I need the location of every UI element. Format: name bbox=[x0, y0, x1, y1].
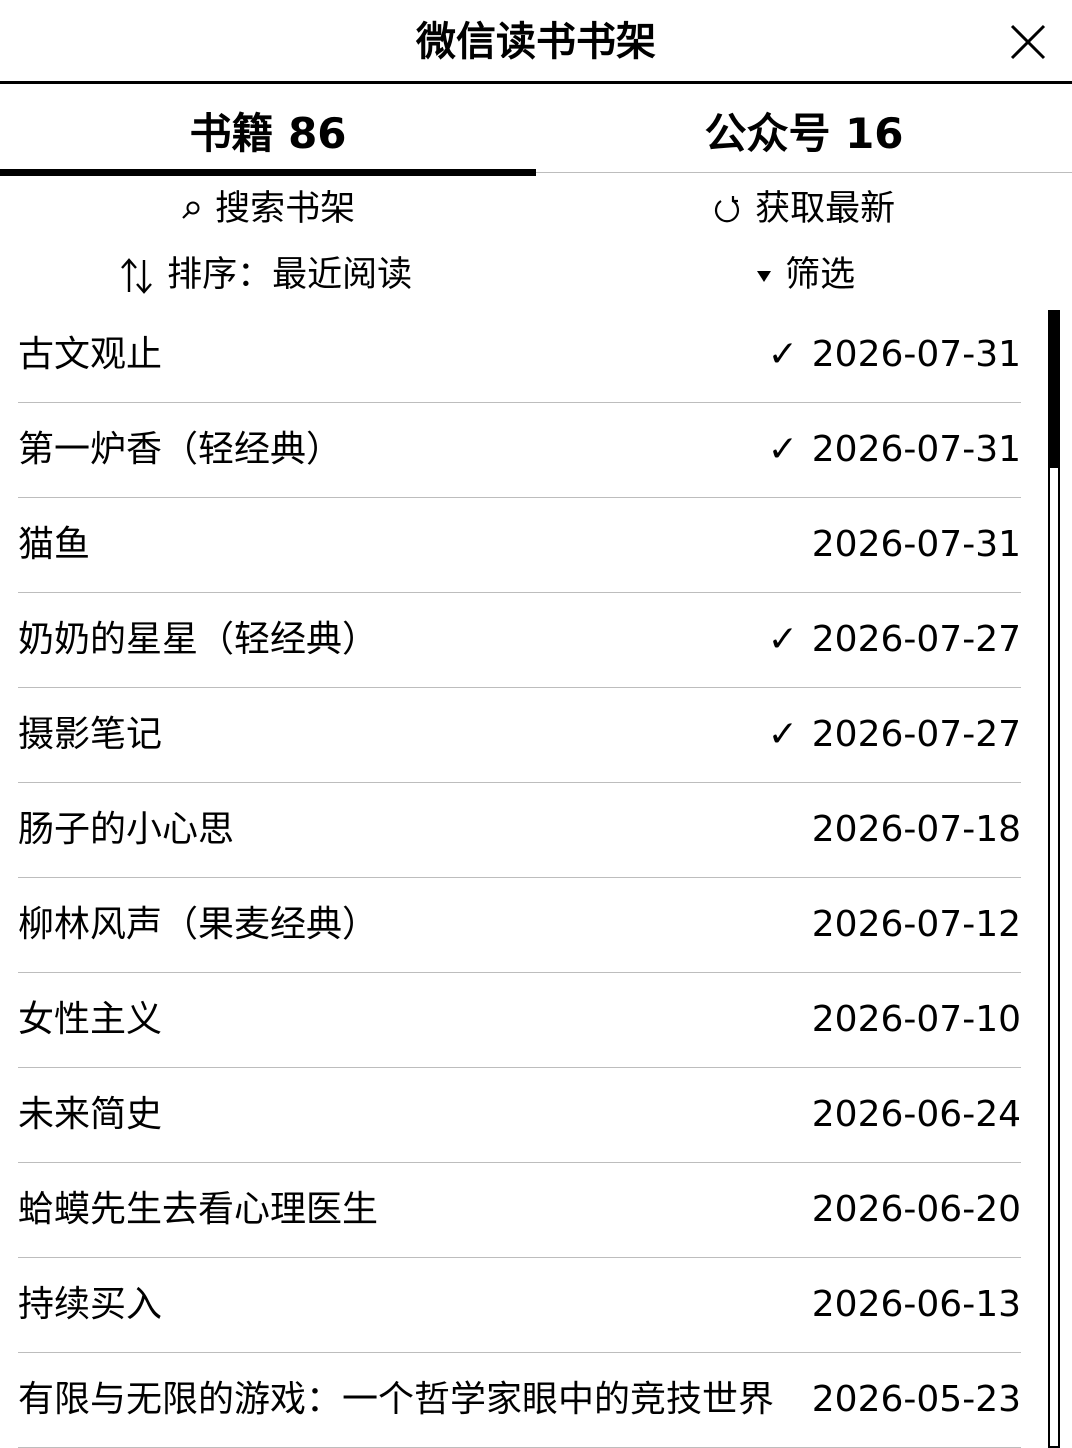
filter-button[interactable]: 筛选 bbox=[754, 251, 855, 299]
book-meta: ✓ 2026-07-27 bbox=[768, 615, 1021, 665]
book-meta: ✓ 2026-07-27 bbox=[768, 710, 1021, 760]
refresh-button[interactable]: 获取最新 bbox=[710, 185, 895, 233]
tab-divider bbox=[536, 172, 1072, 173]
title-bar: 微信读书书架 bbox=[0, 0, 1072, 84]
book-row[interactable]: 猫鱼 2026-07-31 bbox=[18, 498, 1021, 593]
book-row[interactable]: 肠子的小心思 2026-07-18 bbox=[18, 783, 1021, 878]
book-title: 女性主义 bbox=[18, 999, 163, 1040]
book-row[interactable]: 奶奶的星星（轻经典） ✓ 2026-07-27 bbox=[18, 593, 1021, 688]
sort-icon bbox=[121, 258, 152, 294]
book-title: 奶奶的星星（轻经典） bbox=[18, 619, 379, 660]
book-date: 2026-07-27 bbox=[811, 619, 1021, 660]
book-row[interactable]: 持续买入 2026-06-13 bbox=[18, 1258, 1021, 1353]
book-row[interactable]: 有限与无限的游戏：一个哲学家眼中的竞技世界 2026-05-23 bbox=[18, 1353, 1021, 1448]
book-title: 未来简史 bbox=[18, 1094, 163, 1135]
book-date: 2026-07-12 bbox=[811, 904, 1021, 945]
check-icon: ✓ bbox=[767, 334, 798, 375]
book-title: 蛤蟆先生去看心理医生 bbox=[18, 1189, 379, 1230]
book-title: 有限与无限的游戏：一个哲学家眼中的竞技世界 bbox=[18, 1379, 775, 1420]
search-shelf-label: 搜索书架 bbox=[215, 189, 356, 229]
book-date: 2026-05-23 bbox=[811, 1379, 1021, 1420]
book-row[interactable]: 女性主义 2026-07-10 bbox=[18, 973, 1021, 1068]
book-date: 2026-06-24 bbox=[811, 1094, 1021, 1135]
search-icon bbox=[182, 201, 200, 219]
scrollbar[interactable] bbox=[1048, 310, 1060, 1448]
book-row[interactable]: 蛤蟆先生去看心理医生 2026-06-20 bbox=[18, 1163, 1021, 1258]
book-date: 2026-07-27 bbox=[811, 714, 1021, 755]
book-date: 2026-07-31 bbox=[811, 524, 1021, 565]
close-icon[interactable] bbox=[1006, 20, 1050, 64]
book-meta: 2026-07-18 bbox=[768, 805, 1021, 855]
search-shelf-button[interactable]: 搜索书架 bbox=[178, 185, 355, 233]
book-meta: 2026-05-23 bbox=[768, 1375, 1021, 1425]
book-meta: 2026-07-31 bbox=[768, 520, 1021, 570]
book-meta: 2026-06-13 bbox=[768, 1280, 1021, 1330]
book-meta: 2026-07-10 bbox=[768, 995, 1021, 1045]
book-title: 肠子的小心思 bbox=[18, 809, 235, 850]
check-icon: ✓ bbox=[767, 619, 798, 660]
book-title: 猫鱼 bbox=[18, 524, 91, 565]
book-meta: 2026-06-20 bbox=[768, 1185, 1021, 1235]
book-date: 2026-06-13 bbox=[811, 1284, 1021, 1325]
book-row[interactable]: 古文观止 ✓ 2026-07-31 bbox=[18, 308, 1021, 403]
book-date: 2026-07-18 bbox=[811, 809, 1021, 850]
book-meta: ✓ 2026-07-31 bbox=[768, 425, 1021, 475]
filter-triangle-icon bbox=[757, 271, 771, 282]
book-row[interactable]: 柳林风声（果麦经典） 2026-07-12 bbox=[18, 878, 1021, 973]
tab-bar: 书籍 86 公众号 16 bbox=[0, 84, 1072, 176]
filter-label: 筛选 bbox=[785, 255, 856, 295]
book-title: 持续买入 bbox=[18, 1284, 163, 1325]
book-title: 摄影笔记 bbox=[18, 714, 163, 755]
tab-books[interactable]: 书籍 86 bbox=[0, 84, 536, 176]
book-meta: 2026-07-12 bbox=[768, 900, 1021, 950]
book-row[interactable]: 摄影笔记 ✓ 2026-07-27 bbox=[18, 688, 1021, 783]
book-title: 柳林风声（果麦经典） bbox=[18, 904, 379, 945]
book-date: 2026-07-31 bbox=[811, 429, 1021, 470]
book-title: 第一炉香（轻经典） bbox=[18, 429, 343, 470]
book-date: 2026-07-10 bbox=[811, 999, 1021, 1040]
book-title: 古文观止 bbox=[18, 334, 163, 375]
book-row[interactable]: 未来简史 2026-06-24 bbox=[18, 1068, 1021, 1163]
refresh-icon bbox=[714, 196, 740, 223]
refresh-label: 获取最新 bbox=[755, 189, 896, 229]
book-row[interactable]: 第一炉香（轻经典） ✓ 2026-07-31 bbox=[18, 403, 1021, 498]
book-meta: 2026-06-24 bbox=[768, 1090, 1021, 1140]
book-date: 2026-06-20 bbox=[811, 1189, 1021, 1230]
check-icon: ✓ bbox=[767, 714, 798, 755]
book-date: 2026-07-31 bbox=[811, 334, 1021, 375]
tab-official-accounts[interactable]: 公众号 16 bbox=[536, 84, 1072, 176]
scrollbar-thumb[interactable] bbox=[1050, 312, 1058, 468]
sort-button[interactable]: 排序：最近阅读 bbox=[118, 251, 412, 299]
book-meta: ✓ 2026-07-31 bbox=[768, 330, 1021, 380]
active-tab-indicator bbox=[0, 169, 536, 176]
book-list: 古文观止 ✓ 2026-07-31 第一炉香（轻经典） ✓ 2026-07-31 猫… bbox=[18, 308, 1021, 1448]
sort-label: 排序：最近阅读 bbox=[167, 255, 413, 295]
page-title: 微信读书书架 bbox=[416, 19, 656, 65]
check-icon: ✓ bbox=[767, 429, 798, 470]
